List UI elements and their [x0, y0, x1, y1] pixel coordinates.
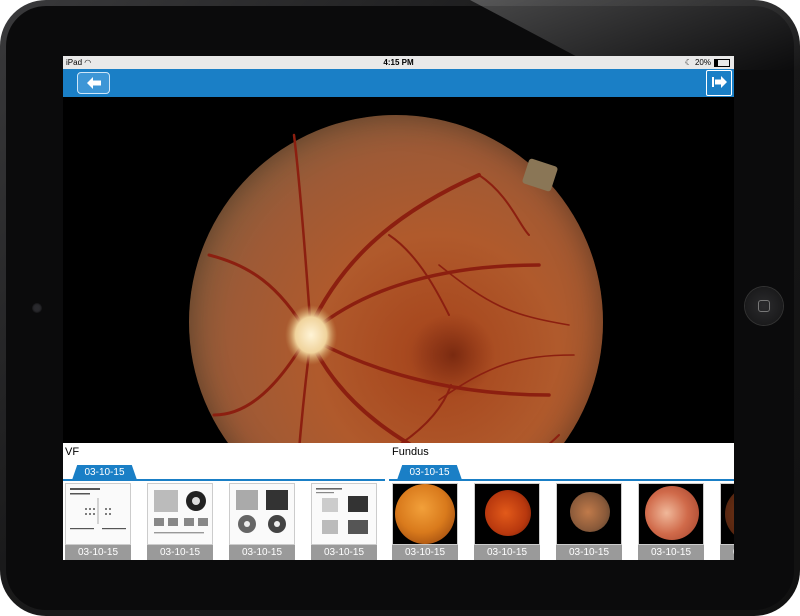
- vf-thumb-image: [147, 483, 213, 545]
- thumbnail-panel: VF 03-10-15 03-10-15 03-10-15 03-10-15 0…: [63, 443, 734, 560]
- fundus-thumb-image: [474, 483, 540, 545]
- back-button[interactable]: [77, 72, 110, 94]
- exit-icon: [712, 76, 727, 88]
- fundus-thumb-image: [638, 483, 704, 545]
- battery-percent: 20%: [694, 58, 711, 67]
- home-square-icon: [758, 300, 770, 312]
- home-button[interactable]: [745, 287, 783, 325]
- fundus-thumb[interactable]: 03-10-15: [720, 483, 734, 560]
- moon-icon: ☾: [684, 58, 692, 67]
- image-viewer[interactable]: [63, 97, 734, 443]
- thumb-date: 03-10-15: [392, 545, 458, 560]
- vf-thumb[interactable]: 03-10-15: [65, 483, 131, 560]
- ipad-frame: iPad ◠ 4:15 PM ☾ 20% VF 03-10-15 03-10-1…: [0, 0, 800, 616]
- fundus-thumb[interactable]: 03-10-15: [556, 483, 622, 560]
- fundus-thumb[interactable]: 03-10-15: [638, 483, 704, 560]
- fundus-thumb-eye: [725, 486, 734, 542]
- arrow-left-icon: [86, 77, 101, 89]
- battery-icon: [714, 58, 730, 67]
- status-bar: iPad ◠ 4:15 PM ☾ 20%: [63, 56, 734, 69]
- vf-thumb[interactable]: 03-10-15: [147, 483, 213, 560]
- thumb-date: 03-10-15: [556, 545, 622, 560]
- vf-date-tab[interactable]: 03-10-15: [72, 465, 137, 480]
- vf-report-graphic: [154, 490, 208, 534]
- fundus-thumb-image: [556, 483, 622, 545]
- thumb-date: 03-10-15: [474, 545, 540, 560]
- exit-button[interactable]: [706, 70, 732, 96]
- vf-thumb-image: [311, 483, 377, 545]
- fundus-thumb-eye: [485, 490, 531, 536]
- vf-thumb-image: [229, 483, 295, 545]
- thumb-date: 03-10-15: [229, 545, 295, 560]
- fundus-date-tab[interactable]: 03-10-15: [397, 465, 462, 480]
- vf-thumb[interactable]: 03-10-15: [311, 483, 377, 560]
- vf-report-graphic: [316, 488, 368, 534]
- fundus-thumb-eye: [570, 492, 610, 532]
- camera-icon: [32, 303, 42, 313]
- thumb-date: 03-10-15: [65, 545, 131, 560]
- status-right: ☾ 20%: [685, 58, 730, 67]
- fundus-thumb-image: [720, 483, 734, 545]
- vf-tab-line: [63, 479, 385, 481]
- vf-report-graphic: [70, 488, 126, 530]
- thumb-date: 03-10-15: [147, 545, 213, 560]
- nav-bar: [63, 69, 734, 97]
- fundus-thumb-eye: [395, 484, 455, 544]
- vf-thumb-image: [65, 483, 131, 545]
- fundus-thumb[interactable]: 03-10-15: [392, 483, 458, 560]
- vf-report-graphic: [236, 490, 288, 533]
- thumb-date: 03-10-15: [720, 545, 734, 560]
- section-label-fundus: Fundus: [392, 446, 429, 458]
- section-label-vf: VF: [65, 446, 80, 458]
- vf-thumb[interactable]: 03-10-15: [229, 483, 295, 560]
- thumb-date: 03-10-15: [638, 545, 704, 560]
- app-screen: iPad ◠ 4:15 PM ☾ 20% VF 03-10-15 03-10-1…: [63, 56, 734, 560]
- fundus-tab-line: [389, 479, 734, 481]
- fundus-thumb[interactable]: 03-10-15: [474, 483, 540, 560]
- fundus-thumb-eye: [645, 486, 699, 540]
- battery-fill: [715, 59, 718, 66]
- thumb-date: 03-10-15: [311, 545, 377, 560]
- fundus-thumb-image: [392, 483, 458, 545]
- status-time: 4:15 PM: [383, 58, 414, 67]
